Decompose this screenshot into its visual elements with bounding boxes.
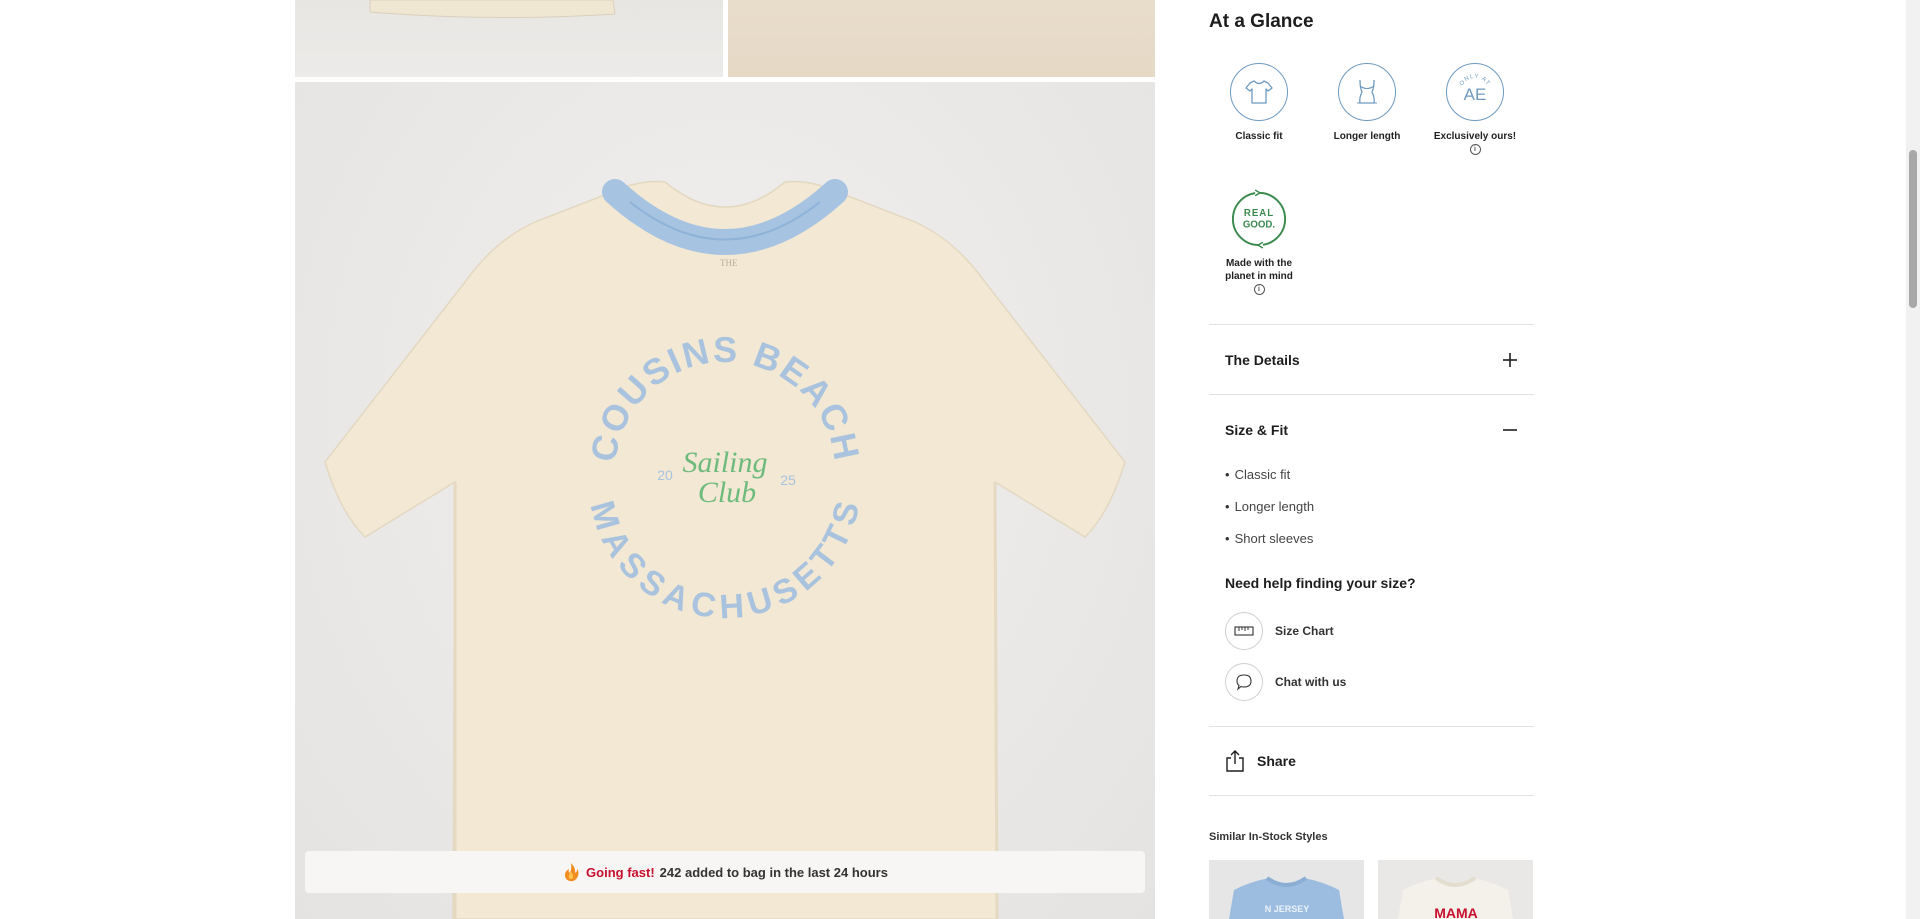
neck-tag-text: THE bbox=[720, 258, 738, 268]
chat-bubble-icon bbox=[1236, 674, 1252, 691]
at-a-glance-title: At a Glance bbox=[1209, 11, 1314, 32]
size-fit-bullet: Short sleeves bbox=[1225, 531, 1314, 546]
badge-classic-fit: Classic fit bbox=[1209, 63, 1309, 143]
divider bbox=[1209, 795, 1534, 796]
size-chart-link[interactable]: Size Chart bbox=[1225, 611, 1334, 651]
badge-label: Longer length bbox=[1333, 131, 1401, 142]
print-year-right: 25 bbox=[780, 472, 796, 488]
print-script-line1: Sailing bbox=[682, 446, 767, 479]
size-help-title: Need help finding your size? bbox=[1225, 575, 1416, 591]
size-chart-label[interactable]: Size Chart bbox=[1275, 624, 1334, 638]
share-label[interactable]: Share bbox=[1257, 753, 1296, 769]
info-icon[interactable]: i bbox=[1469, 143, 1481, 155]
size-fit-bullet: Longer length bbox=[1225, 499, 1315, 514]
product-image-thumbnail[interactable] bbox=[728, 0, 1155, 77]
badge-ae-text: AE bbox=[1464, 85, 1487, 104]
badge-exclusively-ours: ONLY AT AE Exclusively ours! i bbox=[1425, 63, 1525, 156]
page-scrollbar[interactable] bbox=[1906, 0, 1920, 919]
badge-good-text: GOOD. bbox=[1243, 220, 1276, 231]
size-fit-accordion-header[interactable]: Size & Fit bbox=[1225, 422, 1288, 438]
chat-link[interactable]: Chat with us bbox=[1225, 662, 1346, 702]
svg-text:N JERSEY: N JERSEY bbox=[1265, 904, 1310, 914]
ruler-icon bbox=[1234, 626, 1254, 636]
svg-text:MAMA: MAMA bbox=[1434, 905, 1478, 919]
divider bbox=[1209, 324, 1534, 325]
product-main-image[interactable]: THE COUSINS BEACH MASSACHUSETTS Sailing … bbox=[295, 82, 1155, 919]
product-image-gallery: THE COUSINS BEACH MASSACHUSETTS Sailing … bbox=[295, 0, 1155, 919]
divider bbox=[1209, 726, 1534, 727]
badge-label: Exclusively ours! bbox=[1433, 131, 1517, 142]
similar-product-card[interactable]: MAMA bbox=[1378, 860, 1533, 919]
real-good-icon: REAL GOOD. bbox=[1230, 189, 1288, 249]
minus-icon[interactable] bbox=[1502, 422, 1518, 438]
going-fast-banner: Going fast! 242 added to bag in the last… bbox=[305, 851, 1145, 893]
scrollbar-thumb[interactable] bbox=[1909, 150, 1917, 308]
badge-longer-length: Longer length bbox=[1317, 63, 1417, 143]
chat-label[interactable]: Chat with us bbox=[1275, 675, 1346, 689]
print-year-left: 20 bbox=[657, 467, 673, 483]
badge-label: Classic fit bbox=[1235, 131, 1283, 142]
badge-real-text: REAL bbox=[1244, 208, 1274, 219]
share-button[interactable]: Share bbox=[1225, 750, 1296, 772]
badge-planet: REAL GOOD. Made with the planet in mind … bbox=[1209, 189, 1309, 296]
tshirt-icon bbox=[1230, 63, 1288, 121]
details-accordion-header[interactable]: The Details bbox=[1225, 352, 1300, 368]
share-icon bbox=[1226, 750, 1244, 772]
flame-icon bbox=[565, 863, 579, 882]
body-length-icon bbox=[1338, 63, 1396, 121]
size-fit-bullet: Classic fit bbox=[1225, 467, 1291, 482]
divider bbox=[1209, 394, 1534, 395]
going-fast-message: 242 added to bag in the last 24 hours bbox=[659, 864, 888, 880]
similar-product-card[interactable]: N JERSEY bbox=[1209, 860, 1364, 919]
going-fast-label: Going fast! bbox=[586, 864, 655, 880]
only-at-ae-icon: ONLY AT AE bbox=[1446, 63, 1504, 121]
plus-icon[interactable] bbox=[1502, 352, 1518, 368]
badge-label: Made with the planet in mind bbox=[1225, 258, 1293, 282]
similar-styles-title: Similar In-Stock Styles bbox=[1209, 831, 1328, 843]
product-image-thumbnail[interactable] bbox=[295, 0, 723, 77]
print-script-line2: Club bbox=[698, 476, 756, 509]
info-icon[interactable]: i bbox=[1253, 283, 1265, 295]
